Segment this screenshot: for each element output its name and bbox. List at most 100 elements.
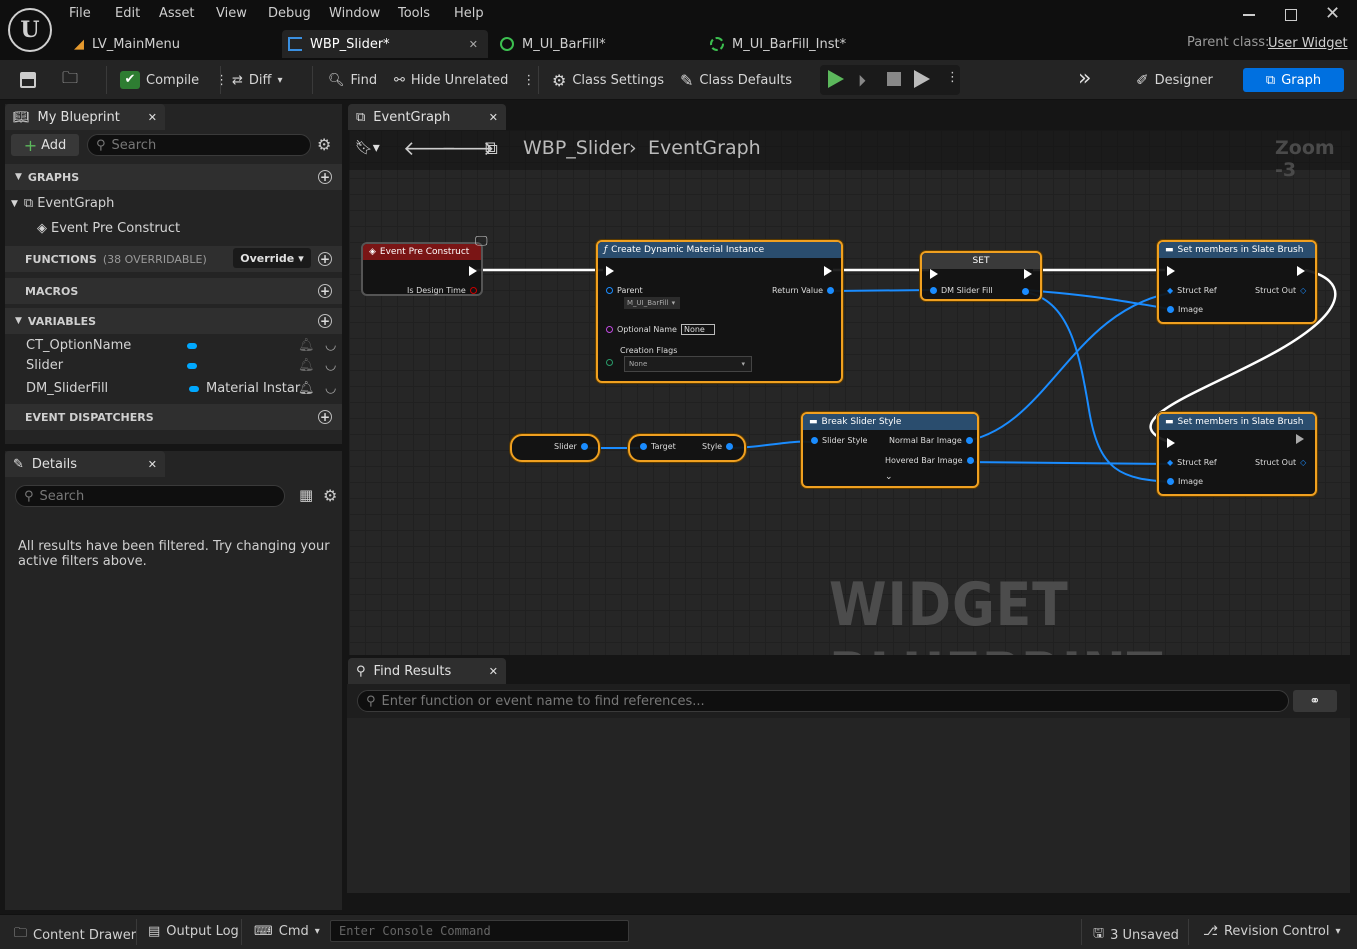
node-create-dynamic-material-instance[interactable]: ƒ Create Dynamic Material Instance Paren…	[596, 240, 843, 383]
exec-in-pin[interactable]	[930, 269, 938, 279]
revision-control-button[interactable]: ⎇ Revision Control ▾	[1203, 924, 1340, 939]
add-variable-icon[interactable]: +	[318, 314, 332, 328]
object-out-pin[interactable]	[580, 443, 588, 450]
bell-icon[interactable]: 🔔︎	[298, 338, 315, 353]
macros-section-header[interactable]: MACROS +	[5, 278, 342, 304]
graph-mode-button[interactable]: ⧉ Graph	[1243, 68, 1344, 92]
settings-gear-icon[interactable]: ⚙	[323, 486, 337, 505]
node-break-slider-style[interactable]: ▬ Break Slider Style Slider Style Normal…	[801, 412, 979, 488]
add-graph-icon[interactable]: +	[318, 170, 332, 184]
menu-tools[interactable]: Tools	[398, 6, 430, 21]
menu-window[interactable]: Window	[329, 6, 380, 21]
eye-closed-icon[interactable]: ◡	[325, 338, 336, 353]
event-pre-construct-item[interactable]: ◈ Event Pre Construct	[37, 218, 180, 239]
unsaved-button[interactable]: 🖫 3 Unsaved	[1093, 924, 1179, 946]
exec-out-pin[interactable]	[469, 266, 477, 276]
bell-icon[interactable]: 🔔︎	[298, 381, 315, 396]
menu-help[interactable]: Help	[454, 6, 484, 21]
event-graph-canvas[interactable]: 🔖︎▾ 🡐 🡒 ⧉ WBP_Slider › EventGraph Zoom -…	[349, 130, 1350, 655]
exec-out-pin[interactable]	[1296, 434, 1304, 444]
object-out-pin[interactable]	[1022, 288, 1029, 295]
object-out-pin[interactable]	[827, 287, 835, 294]
close-tab-icon[interactable]: ✕	[148, 111, 157, 124]
step-icon[interactable]: ⏵	[858, 71, 866, 91]
exec-in-pin[interactable]	[1167, 438, 1175, 448]
variable-item[interactable]: Slider 🔔︎ ◡	[26, 355, 342, 376]
slider-style-pin[interactable]	[811, 437, 818, 444]
tab-wbp-slider[interactable]: WBP_Slider* ✕	[282, 30, 488, 58]
settings-gear-icon[interactable]: ⚙	[317, 135, 331, 154]
play-icon[interactable]	[828, 70, 844, 88]
bool-pin[interactable]	[469, 287, 477, 294]
target-pin[interactable]	[640, 443, 647, 450]
struct-out-pin[interactable]: ◇	[1300, 286, 1306, 295]
cmd-dropdown[interactable]: ⌨ Cmd ▾	[254, 924, 320, 939]
menu-asset[interactable]: Asset	[159, 6, 195, 21]
stop-icon[interactable]	[887, 72, 901, 86]
enum-pin[interactable]	[606, 359, 613, 366]
add-dispatcher-icon[interactable]: +	[318, 410, 332, 424]
struct-ref-pin[interactable]: ◆	[1167, 286, 1173, 295]
menu-debug[interactable]: Debug	[268, 6, 311, 21]
object-pin[interactable]	[930, 287, 937, 294]
style-out-pin[interactable]	[726, 443, 734, 450]
add-function-icon[interactable]: +	[318, 252, 332, 266]
find-results-tab[interactable]: ⚲ Find Results ✕	[348, 658, 506, 684]
my-blueprint-tab[interactable]: 📖︎ My Blueprint ✕	[5, 104, 165, 130]
maximize-button[interactable]	[1285, 9, 1297, 21]
close-tab-icon[interactable]: ✕	[489, 111, 498, 124]
event-dispatchers-section-header[interactable]: EVENT DISPATCHERS +	[5, 404, 342, 430]
normal-bar-image-pin[interactable]	[965, 437, 973, 444]
find-references-input[interactable]: ⚲ Enter function or event name to find r…	[357, 690, 1289, 712]
node-event-pre-construct[interactable]: ◈ Event Pre Construct Is Design Time	[361, 242, 483, 296]
content-drawer-button[interactable]: 🗀 Content Drawer	[14, 924, 136, 946]
name-pin[interactable]	[606, 326, 613, 333]
node-set-members-slate-brush-2[interactable]: ▬ Set members in Slate Brush ◆ Struct Re…	[1157, 412, 1317, 496]
details-search-input[interactable]: ⚲ Search	[15, 485, 285, 507]
menu-edit[interactable]: Edit	[115, 6, 140, 21]
class-settings-button[interactable]: ⚙ Class Settings	[552, 70, 664, 90]
diff-button[interactable]: ⇄ Diff ▾	[232, 70, 283, 90]
event-graph-tab[interactable]: ⧉ EventGraph ✕	[348, 104, 506, 130]
node-set-members-slate-brush-1[interactable]: ▬ Set members in Slate Brush ◆ Struct Re…	[1157, 240, 1317, 324]
close-tab-icon[interactable]: ✕	[148, 458, 157, 471]
override-dropdown[interactable]: Override ▾	[233, 248, 311, 268]
exec-out-pin[interactable]	[1297, 266, 1305, 276]
graphs-section-header[interactable]: ▼ GRAPHS +	[5, 164, 342, 190]
node-slider-getter[interactable]: Slider	[510, 434, 600, 462]
parent-asset-dropdown[interactable]: M_UI_BarFill ▾	[624, 297, 680, 309]
optional-name-input[interactable]: None	[680, 324, 715, 335]
node-widget-style-getter[interactable]: Target Style	[628, 434, 746, 462]
expand-toolbar-icon[interactable]: »	[1078, 66, 1091, 91]
variable-item[interactable]: CT_OptionName 🔔︎ ◡	[26, 335, 342, 356]
unreal-logo-icon[interactable]: U	[8, 8, 52, 52]
parent-class-link[interactable]: User Widget	[1268, 36, 1348, 51]
tab-m-ui-barfill[interactable]: M_UI_BarFill*	[500, 30, 700, 58]
more-options-icon[interactable]: ⋮	[522, 73, 535, 88]
creation-flags-dropdown[interactable]: None ▾	[624, 356, 752, 372]
more-options-icon[interactable]: ⋮	[215, 73, 228, 88]
bell-icon[interactable]: 🔔︎	[298, 358, 315, 373]
table-view-icon[interactable]: ▦	[299, 486, 313, 504]
variables-section-header[interactable]: ▼ VARIABLES +	[5, 308, 342, 334]
simulate-icon[interactable]	[914, 70, 930, 88]
hide-unrelated-button[interactable]: ⚯ Hide Unrelated ⋮	[394, 70, 535, 90]
console-command-input[interactable]: Enter Console Command	[330, 920, 629, 942]
functions-section-header[interactable]: FUNCTIONS (38 OVERRIDABLE) Override ▾ +	[5, 246, 342, 272]
compile-button[interactable]: ✔ Compile ⋮	[120, 70, 228, 90]
exec-in-pin[interactable]	[606, 266, 614, 276]
node-set-dm-slider-fill[interactable]: SET DM Slider Fill	[920, 251, 1042, 301]
save-button[interactable]	[20, 70, 36, 90]
menu-file[interactable]: File	[69, 6, 91, 21]
play-options-icon[interactable]: ⋮	[946, 70, 959, 85]
hovered-bar-image-pin[interactable]	[966, 457, 974, 464]
close-tab-icon[interactable]: ✕	[469, 38, 478, 51]
tab-lv-mainmenu[interactable]: ◢ LV_MainMenu	[74, 30, 274, 58]
browse-button[interactable]: 🗀	[62, 68, 78, 90]
close-tab-icon[interactable]: ✕	[489, 665, 498, 678]
struct-out-pin[interactable]: ◇	[1300, 458, 1306, 467]
class-defaults-button[interactable]: ✎ Class Defaults	[680, 70, 792, 90]
exec-out-pin[interactable]	[1024, 269, 1032, 279]
designer-mode-button[interactable]: ✐ Designer	[1136, 70, 1213, 90]
expand-pins-icon[interactable]: ⌄	[885, 472, 893, 482]
